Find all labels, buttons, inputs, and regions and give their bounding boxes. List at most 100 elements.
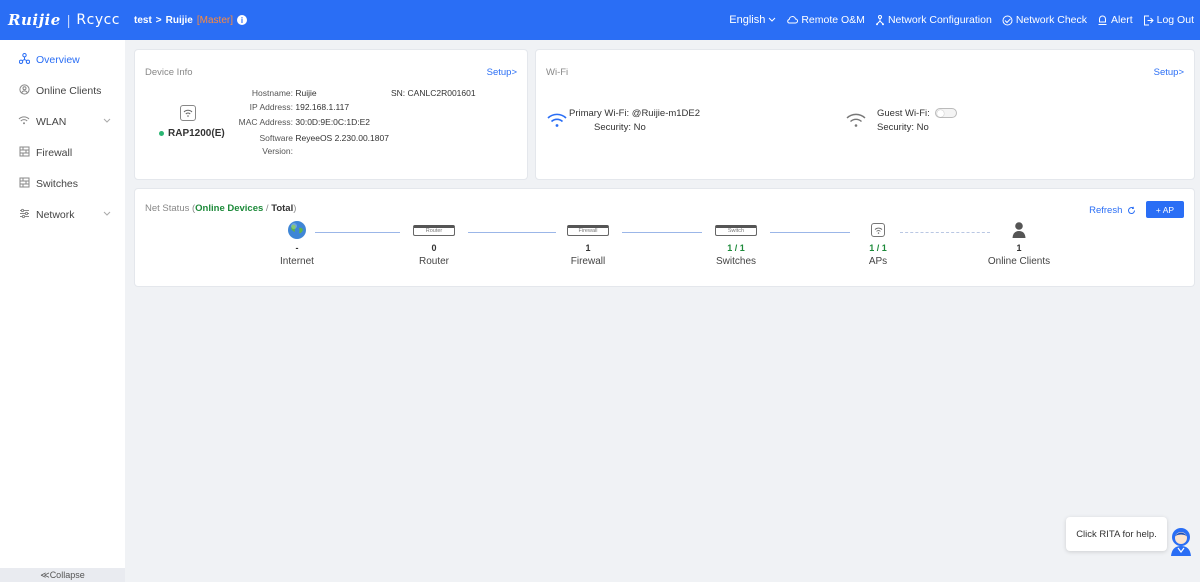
node-label: Switches [715, 256, 756, 267]
top-bar: Ruijie | Rcycc test > Ruijie [Master] i … [0, 0, 1200, 40]
primary-wifi-icon [547, 113, 567, 127]
hostname-row: Hostname: Ruijie [221, 88, 317, 98]
version-row: Version: [221, 146, 293, 156]
network-check-icon [1002, 15, 1013, 25]
primary-security-value: No [633, 122, 646, 133]
language-label: English [729, 14, 766, 26]
sidebar-item-online-clients[interactable]: Online Clients [0, 75, 125, 106]
ap-device-icon [871, 223, 885, 237]
breadcrumb-project[interactable]: test [134, 15, 152, 26]
sidebar-item-overview[interactable]: Overview [0, 44, 125, 75]
role-badge: [Master] [196, 14, 233, 26]
node-count: - [295, 243, 299, 253]
version-label: Version: [262, 146, 293, 156]
sidebar-item-label: Overview [36, 53, 80, 66]
node-online-clients[interactable]: 1 Online Clients [969, 219, 1069, 267]
guest-wifi-toggle[interactable] [935, 108, 958, 119]
net-status-card: Net Status (Online Devices / Total) Refr… [134, 188, 1195, 287]
node-router[interactable]: Router 0 Router [384, 219, 484, 267]
refresh-icon [1128, 206, 1135, 214]
language-select[interactable]: English [729, 14, 776, 26]
hostname-value: Ruijie [295, 88, 317, 98]
switch-device-icon: Switch [715, 224, 757, 236]
network-configuration-button[interactable]: Network Configuration [875, 14, 992, 26]
info-icon[interactable]: i [237, 15, 247, 25]
device-info-title: Device Info [145, 67, 193, 78]
wifi-icon [18, 115, 30, 128]
wifi-setup-link[interactable]: Setup> [1154, 67, 1184, 78]
clients-icon [18, 83, 30, 98]
node-label: Router [418, 256, 449, 267]
rita-help-bubble[interactable]: Click RITA for help. [1066, 517, 1167, 551]
network-check-button[interactable]: Network Check [1002, 14, 1087, 26]
node-label: Internet [280, 256, 314, 267]
sn-value: CANLC2R001601 [407, 88, 476, 98]
primary-wifi-ssid: @Ruijie-m1DE2 [631, 108, 701, 119]
sidebar-item-label: Switches [36, 177, 79, 190]
sidebar-item-network[interactable]: Network [0, 199, 125, 230]
refresh-label: Refresh [1089, 205, 1123, 216]
sidebar-item-firewall[interactable]: Firewall [0, 137, 125, 168]
user-icon [1012, 222, 1026, 238]
logout-button[interactable]: Log Out [1143, 14, 1194, 26]
refresh-button[interactable]: Refresh [1089, 205, 1136, 216]
ruijie-logo: Ruijie [8, 11, 61, 29]
network-config-icon [875, 14, 884, 25]
wifi-title: Wi-Fi [546, 67, 569, 78]
device-info-setup-link[interactable]: Setup> [487, 67, 517, 78]
network-icon [18, 208, 30, 222]
node-firewall[interactable]: Firewall 1 Firewall [538, 219, 638, 267]
online-devices-label: Online Devices [195, 203, 264, 214]
chevron-down-icon [103, 210, 111, 219]
cloud-icon [787, 16, 799, 24]
access-point-icon [180, 105, 196, 121]
alert-button[interactable]: Alert [1097, 14, 1133, 26]
alert-icon [1098, 14, 1107, 25]
rita-assistant-icon[interactable] [1168, 526, 1194, 556]
node-internet[interactable]: - Internet [247, 219, 347, 267]
logout-label: Log Out [1156, 14, 1194, 26]
sidebar-item-label: Online Clients [36, 84, 102, 97]
sidebar-item-label: WLAN [36, 115, 67, 128]
device-model-label: RAP1200(E) [168, 128, 225, 139]
node-label: Firewall [570, 256, 606, 267]
breadcrumb-separator: > [155, 14, 162, 26]
globe-icon [288, 221, 306, 239]
guest-security-value: No [916, 122, 929, 133]
top-nav: English Remote O&M Network Configuration… [729, 0, 1194, 40]
software-label: Software [259, 133, 293, 143]
sn-label: SN: [391, 88, 406, 98]
node-count: 1 [1016, 243, 1022, 253]
guest-wifi-icon [846, 113, 866, 127]
sidebar-item-switches[interactable]: Switches [0, 168, 125, 199]
sidebar-item-label: Network [36, 208, 75, 221]
breadcrumb-device[interactable]: Ruijie [166, 15, 193, 26]
remote-om-button[interactable]: Remote O&M [786, 14, 865, 26]
total-label: Total [271, 203, 294, 214]
hostname-label: Hostname: [251, 88, 293, 98]
primary-wifi-label: Primary Wi-Fi: [569, 108, 630, 119]
network-configuration-label: Network Configuration [887, 14, 992, 26]
mac-label: MAC Address: [238, 117, 293, 127]
chevron-down-icon [768, 17, 776, 22]
primary-security-label: Security: [594, 122, 631, 133]
software-row: Software ReyeeOS 2.230.00.1807 [221, 133, 389, 143]
brand[interactable]: Ruijie | Rcycc [0, 11, 120, 29]
logout-icon [1143, 15, 1154, 25]
sidebar: Overview Online Clients WLAN Firewall Sw… [0, 40, 125, 582]
ip-label: IP Address: [249, 102, 293, 112]
collapse-button[interactable]: ≪Collapse [0, 568, 125, 582]
guest-security-label: Security: [877, 122, 914, 133]
node-count: 0 [431, 243, 437, 253]
node-switches[interactable]: Switch 1 / 1 Switches [686, 219, 786, 267]
sidebar-item-wlan[interactable]: WLAN [0, 106, 125, 137]
router-icon: Router [413, 224, 455, 236]
add-ap-button[interactable]: + AP [1146, 201, 1184, 218]
primary-security-row: Security: No [594, 122, 646, 133]
node-count: 1 / 1 [869, 243, 887, 253]
primary-wifi-row: Primary Wi-Fi: @Ruijie-m1DE2 [569, 108, 700, 119]
reyee-logo: Rcycc [76, 12, 120, 28]
node-aps[interactable]: 1 / 1 APs [828, 219, 928, 267]
remote-om-label: Remote O&M [801, 14, 865, 26]
node-label: APs [868, 256, 888, 267]
